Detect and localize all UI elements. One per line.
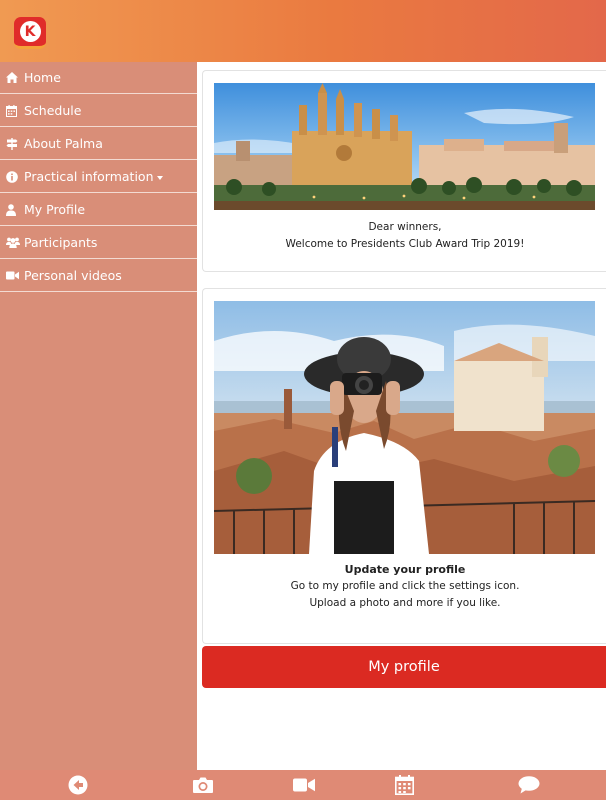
app-logo[interactable]: K (14, 17, 46, 49)
info-icon (6, 170, 24, 183)
my-profile-button[interactable]: My profile (202, 646, 606, 688)
home-icon (6, 72, 24, 83)
logo-letter: K (24, 23, 36, 40)
sidebar-item-label: Practical information (24, 169, 154, 184)
sidebar-item-about-palma[interactable]: About Palma (0, 128, 197, 160)
welcome-line-1: Dear winners, (368, 221, 442, 233)
sidebar-item-schedule[interactable]: Schedule (0, 95, 197, 127)
signpost-icon (6, 137, 24, 150)
sidebar-item-label: Participants (24, 235, 98, 250)
sidebar-item-home[interactable]: Home (0, 62, 197, 94)
welcome-card: Dear winners, Welcome to Presidents Club… (202, 70, 606, 272)
sidebar-item-label: About Palma (24, 136, 103, 151)
calendar-icon (6, 104, 24, 117)
sidebar-item-label: Home (24, 70, 61, 85)
sidebar-item-label: My Profile (24, 202, 86, 217)
users-icon (6, 237, 24, 248)
sidebar-item-practical-information[interactable]: Practical information (0, 161, 197, 193)
video-icon (6, 271, 24, 280)
sidebar-item-participants[interactable]: Participants (0, 227, 197, 259)
back-arrow-icon[interactable] (66, 774, 90, 796)
main-content: Dear winners, Welcome to Presidents Club… (197, 62, 606, 770)
sidebar-nav: Home Schedule About Palma Practical info… (0, 62, 197, 770)
app-header: K (0, 0, 606, 62)
photographer-photo (214, 301, 595, 554)
calendar-icon[interactable] (392, 774, 416, 796)
user-icon (6, 203, 24, 216)
profile-card-title: Update your profile (344, 563, 466, 576)
camera-icon[interactable] (191, 774, 215, 796)
chat-icon[interactable] (517, 774, 541, 796)
welcome-line-2: Welcome to Presidents Club Award Trip 20… (285, 238, 525, 250)
video-camera-icon[interactable] (292, 774, 316, 796)
profile-card-line-1: Go to my profile and click the settings … (290, 580, 520, 592)
profile-card-line-2: Upload a photo and more if you like. (309, 597, 501, 609)
profile-card: Update your profile Go to my profile and… (202, 288, 606, 644)
sidebar-item-label: Schedule (24, 103, 82, 118)
sidebar-item-label: Personal videos (24, 268, 122, 283)
chevron-down-icon (156, 175, 163, 180)
bottom-toolbar (0, 770, 606, 800)
palma-cathedral-banner (214, 83, 595, 210)
sidebar-item-personal-videos[interactable]: Personal videos (0, 260, 197, 292)
sidebar-item-my-profile[interactable]: My Profile (0, 194, 197, 226)
